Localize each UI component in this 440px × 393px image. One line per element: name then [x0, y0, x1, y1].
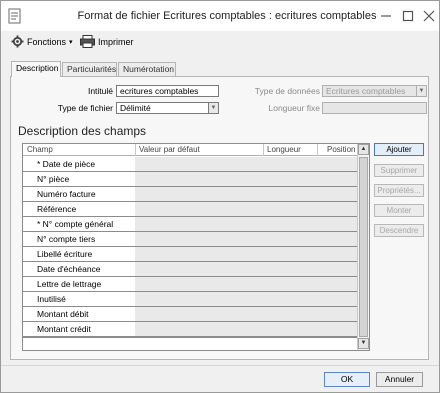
row-champ: * N° compte général: [23, 217, 135, 231]
row-values: [135, 277, 357, 291]
row-champ: Numéro facture: [23, 187, 135, 201]
close-icon[interactable]: [420, 7, 438, 25]
row-champ: N° pièce: [23, 172, 135, 186]
type-donnees-label: Type de données: [254, 86, 320, 96]
gear-icon: [11, 34, 24, 50]
row-values: [135, 322, 357, 336]
ajouter-button[interactable]: Ajouter: [374, 143, 424, 156]
descendre-button[interactable]: Descendre: [374, 224, 424, 237]
grid-header: Champ Valeur par défaut Longueur Positio…: [23, 144, 369, 156]
intitule-label: Intitulé: [87, 86, 113, 96]
column-header-valeur[interactable]: Valeur par défaut: [139, 145, 200, 154]
printer-icon: [80, 34, 95, 50]
monter-button[interactable]: Monter: [374, 204, 424, 217]
tab-numerotation[interactable]: Numérotation: [118, 62, 176, 76]
fonctions-label: Fonctions: [27, 37, 67, 47]
type-donnees-select: Ecritures comptables ▼: [322, 85, 427, 97]
table-row[interactable]: Date d'échéance: [23, 262, 357, 277]
table-row[interactable]: Référence: [23, 202, 357, 217]
column-divider: [135, 144, 136, 156]
table-row[interactable]: N° compte tiers: [23, 232, 357, 247]
proprietes-button[interactable]: Propriétés...: [374, 184, 424, 197]
column-header-champ[interactable]: Champ: [27, 145, 53, 154]
title-bar: Format de fichier Ecritures comptables :…: [1, 1, 439, 31]
supprimer-button[interactable]: Supprimer: [374, 164, 424, 177]
longueur-fixe-label: Longueur fixe: [268, 103, 320, 113]
row-values: [135, 217, 357, 231]
type-fichier-value: Délimité: [120, 103, 151, 113]
table-row[interactable]: Inutilisé: [23, 292, 357, 307]
longueur-fixe-field: [322, 102, 427, 114]
row-values: [135, 292, 357, 306]
row-values: [135, 157, 357, 171]
vertical-scrollbar[interactable]: ▲ ▼: [357, 144, 369, 350]
chevron-down-icon: ▼: [416, 86, 426, 96]
chevron-down-icon: ▾: [69, 39, 73, 46]
row-champ: Libellé écriture: [23, 247, 135, 261]
table-row[interactable]: * N° compte général: [23, 217, 357, 232]
table-row[interactable]: Libellé écriture: [23, 247, 357, 262]
row-champ: N° compte tiers: [23, 232, 135, 246]
tab-particularites[interactable]: Particularités: [62, 62, 117, 76]
scroll-down-icon[interactable]: ▼: [358, 338, 369, 349]
row-values: [135, 262, 357, 276]
row-values: [135, 172, 357, 186]
imprimer-button[interactable]: Imprimer: [80, 34, 134, 50]
row-values: [135, 202, 357, 216]
row-champ: Lettre de lettrage: [23, 277, 135, 291]
row-champ: * Date de pièce: [23, 157, 135, 171]
grid-bottom-divider: [23, 337, 357, 338]
dialog-window: Format de fichier Ecritures comptables :…: [0, 0, 440, 393]
table-row[interactable]: Numéro facture: [23, 187, 357, 202]
maximize-icon[interactable]: [399, 7, 417, 25]
chevron-down-icon: ▼: [208, 103, 218, 113]
table-row[interactable]: Montant crédit: [23, 322, 357, 337]
fields-grid: Champ Valeur par défaut Longueur Positio…: [22, 143, 370, 351]
ok-button[interactable]: OK: [324, 372, 370, 387]
footer-divider: [1, 365, 439, 366]
type-donnees-value: Ecritures comptables: [326, 86, 406, 96]
table-row[interactable]: Montant débit: [23, 307, 357, 322]
scrollbar-thumb[interactable]: [359, 157, 368, 337]
row-champ: Date d'échéance: [23, 262, 135, 276]
row-values: [135, 232, 357, 246]
column-header-position[interactable]: Position: [327, 145, 355, 154]
row-values: [135, 187, 357, 201]
grid-rows: * Date de pièce N° pièce Numéro facture …: [23, 157, 357, 337]
type-fichier-select[interactable]: Délimité ▼: [116, 102, 219, 114]
type-fichier-label: Type de fichier: [57, 103, 113, 113]
table-row[interactable]: * Date de pièce: [23, 157, 357, 172]
row-values: [135, 247, 357, 261]
row-values: [135, 307, 357, 321]
column-divider: [263, 144, 264, 156]
row-champ: Montant débit: [23, 307, 135, 321]
row-champ: Montant crédit: [23, 322, 135, 336]
fonctions-menu[interactable]: Fonctions ▾: [11, 34, 73, 50]
intitule-field[interactable]: ecritures comptables: [116, 85, 219, 97]
row-champ: Inutilisé: [23, 292, 135, 306]
window-title: Format de fichier Ecritures comptables :…: [77, 10, 377, 22]
row-champ: Référence: [23, 202, 135, 216]
minimize-icon[interactable]: [377, 7, 395, 25]
scroll-up-icon[interactable]: ▲: [358, 144, 369, 155]
column-header-longueur[interactable]: Longueur: [267, 145, 301, 154]
tab-description[interactable]: Description: [11, 61, 61, 77]
section-title: Description des champs: [18, 124, 147, 138]
column-divider: [317, 144, 318, 156]
table-row[interactable]: Lettre de lettrage: [23, 277, 357, 292]
annuler-button[interactable]: Annuler: [376, 372, 423, 387]
table-row[interactable]: N° pièce: [23, 172, 357, 187]
toolbar: Fonctions ▾ Imprimer: [1, 31, 439, 53]
imprimer-label: Imprimer: [98, 37, 134, 47]
